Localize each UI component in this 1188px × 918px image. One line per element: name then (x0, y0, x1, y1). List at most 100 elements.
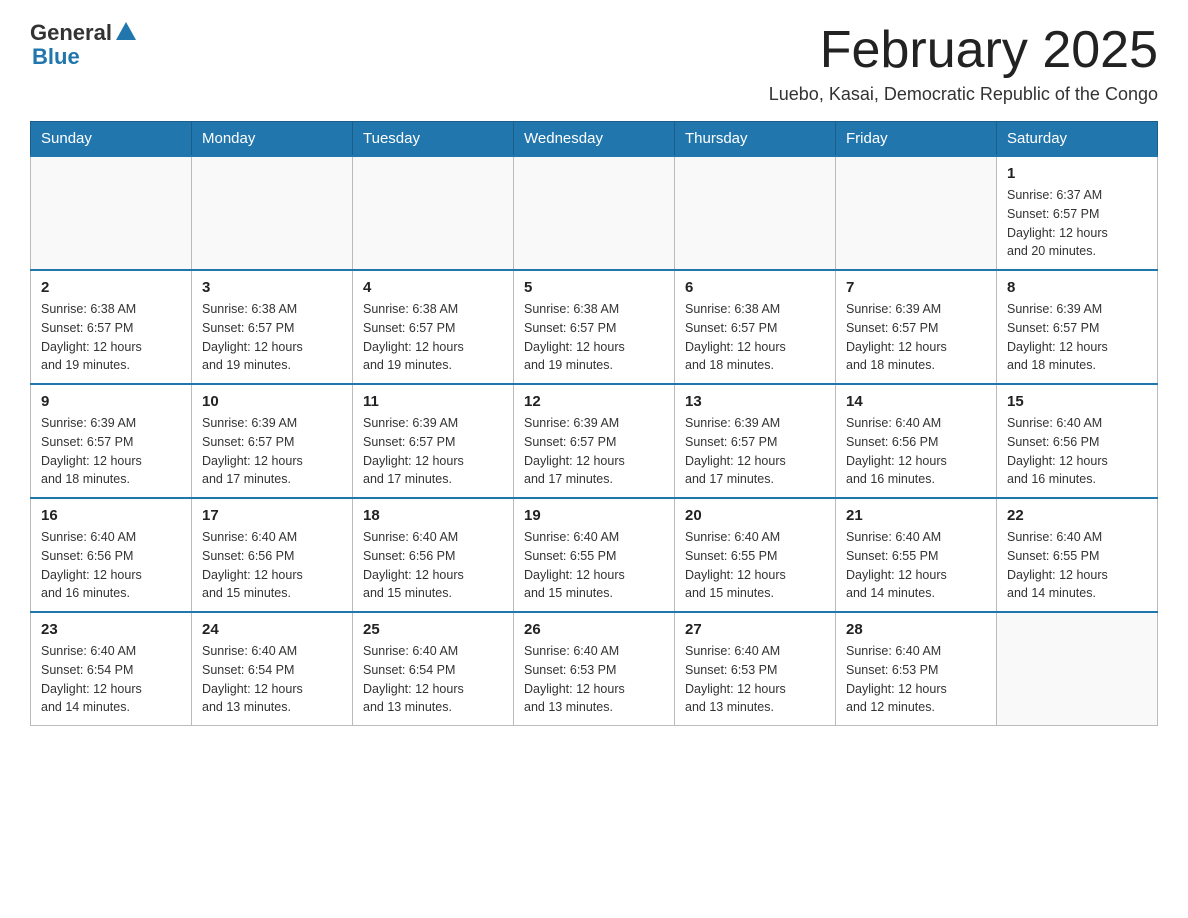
day-number: 27 (685, 621, 825, 638)
month-title: February 2025 (820, 20, 1158, 80)
day-number: 3 (202, 279, 342, 296)
calendar-cell: 14 Sunrise: 6:40 AM Sunset: 6:56 PM Dayli… (836, 384, 997, 498)
day-info: Sunrise: 6:40 AM Sunset: 6:54 PM Dayligh… (202, 642, 342, 717)
day-number: 26 (524, 621, 664, 638)
calendar-cell: 1Sunrise: 6:37 AM Sunset: 6:57 PM Daylig… (997, 156, 1158, 270)
day-number: 28 (846, 621, 986, 638)
day-info: Sunrise: 6:37 AM Sunset: 6:57 PM Dayligh… (1007, 186, 1147, 261)
calendar-cell: 16Sunrise: 6:40 AM Sunset: 6:56 PM Dayli… (31, 498, 192, 612)
weekday-header-friday: Friday (836, 122, 997, 157)
calendar-cell (675, 156, 836, 270)
day-number: 22 (1007, 507, 1147, 524)
day-number: 13 (685, 393, 825, 410)
logo-general-text: General (30, 20, 112, 46)
day-number: 21 (846, 507, 986, 524)
calendar-cell (836, 156, 997, 270)
weekday-header-monday: Monday (192, 122, 353, 157)
calendar-cell: 5 Sunrise: 6:38 AM Sunset: 6:57 PM Daylig… (514, 270, 675, 384)
day-number: 4 (363, 279, 503, 296)
day-info: Sunrise: 6:39 AM Sunset: 6:57 PM Dayligh… (1007, 300, 1147, 375)
weekday-header-thursday: Thursday (675, 122, 836, 157)
day-number: 7 (846, 279, 986, 296)
calendar-cell: 15 Sunrise: 6:40 AM Sunset: 6:56 PM Dayli… (997, 384, 1158, 498)
day-info: Sunrise: 6:39 AM Sunset: 6:57 PM Dayligh… (202, 414, 342, 489)
calendar-week-row: 9 Sunrise: 6:39 AM Sunset: 6:57 PM Daylig… (31, 384, 1158, 498)
day-number: 14 (846, 393, 986, 410)
calendar-cell: 22 Sunrise: 6:40 AM Sunset: 6:55 PM Dayli… (997, 498, 1158, 612)
calendar-cell (192, 156, 353, 270)
day-number: 25 (363, 621, 503, 638)
day-info: Sunrise: 6:38 AM Sunset: 6:57 PM Dayligh… (685, 300, 825, 375)
calendar-cell: 24 Sunrise: 6:40 AM Sunset: 6:54 PM Dayli… (192, 612, 353, 726)
logo: General Blue (30, 20, 136, 70)
calendar-cell: 6 Sunrise: 6:38 AM Sunset: 6:57 PM Daylig… (675, 270, 836, 384)
day-number: 15 (1007, 393, 1147, 410)
calendar-cell: 7 Sunrise: 6:39 AM Sunset: 6:57 PM Daylig… (836, 270, 997, 384)
day-info: Sunrise: 6:40 AM Sunset: 6:56 PM Dayligh… (846, 414, 986, 489)
calendar-week-row: 23 Sunrise: 6:40 AM Sunset: 6:54 PM Dayli… (31, 612, 1158, 726)
day-number: 6 (685, 279, 825, 296)
calendar-cell: 9 Sunrise: 6:39 AM Sunset: 6:57 PM Daylig… (31, 384, 192, 498)
day-number: 24 (202, 621, 342, 638)
calendar-cell: 18 Sunrise: 6:40 AM Sunset: 6:56 PM Dayli… (353, 498, 514, 612)
weekday-header-tuesday: Tuesday (353, 122, 514, 157)
day-info: Sunrise: 6:40 AM Sunset: 6:53 PM Dayligh… (685, 642, 825, 717)
calendar-cell: 3Sunrise: 6:38 AM Sunset: 6:57 PM Daylig… (192, 270, 353, 384)
calendar-cell: 11 Sunrise: 6:39 AM Sunset: 6:57 PM Dayli… (353, 384, 514, 498)
calendar-cell: 4 Sunrise: 6:38 AM Sunset: 6:57 PM Daylig… (353, 270, 514, 384)
calendar-cell: 26 Sunrise: 6:40 AM Sunset: 6:53 PM Dayli… (514, 612, 675, 726)
calendar-cell: 20 Sunrise: 6:40 AM Sunset: 6:55 PM Dayli… (675, 498, 836, 612)
day-info: Sunrise: 6:38 AM Sunset: 6:57 PM Dayligh… (41, 300, 181, 375)
day-info: Sunrise: 6:40 AM Sunset: 6:55 PM Dayligh… (685, 528, 825, 603)
day-number: 8 (1007, 279, 1147, 296)
day-number: 9 (41, 393, 181, 410)
weekday-header-row: SundayMondayTuesdayWednesdayThursdayFrid… (31, 122, 1158, 157)
day-number: 2 (41, 279, 181, 296)
day-info: Sunrise: 6:40 AM Sunset: 6:53 PM Dayligh… (524, 642, 664, 717)
day-info: Sunrise: 6:40 AM Sunset: 6:56 PM Dayligh… (41, 528, 181, 603)
calendar-cell (514, 156, 675, 270)
day-number: 19 (524, 507, 664, 524)
calendar-cell: 12 Sunrise: 6:39 AM Sunset: 6:57 PM Dayli… (514, 384, 675, 498)
logo-blue-text: Blue (32, 44, 80, 70)
calendar-cell: 25 Sunrise: 6:40 AM Sunset: 6:54 PM Dayli… (353, 612, 514, 726)
day-info: Sunrise: 6:40 AM Sunset: 6:55 PM Dayligh… (1007, 528, 1147, 603)
calendar-cell: 21Sunrise: 6:40 AM Sunset: 6:55 PM Dayli… (836, 498, 997, 612)
calendar-week-row: 2 Sunrise: 6:38 AM Sunset: 6:57 PM Daylig… (31, 270, 1158, 384)
day-number: 12 (524, 393, 664, 410)
day-info: Sunrise: 6:40 AM Sunset: 6:55 PM Dayligh… (524, 528, 664, 603)
weekday-header-wednesday: Wednesday (514, 122, 675, 157)
day-info: Sunrise: 6:39 AM Sunset: 6:57 PM Dayligh… (41, 414, 181, 489)
calendar-cell: 27 Sunrise: 6:40 AM Sunset: 6:53 PM Dayli… (675, 612, 836, 726)
day-number: 11 (363, 393, 503, 410)
day-info: Sunrise: 6:39 AM Sunset: 6:57 PM Dayligh… (363, 414, 503, 489)
day-info: Sunrise: 6:40 AM Sunset: 6:54 PM Dayligh… (363, 642, 503, 717)
day-info: Sunrise: 6:40 AM Sunset: 6:56 PM Dayligh… (363, 528, 503, 603)
logo-triangle-icon (116, 22, 136, 40)
day-info: Sunrise: 6:39 AM Sunset: 6:57 PM Dayligh… (524, 414, 664, 489)
calendar-subtitle: Luebo, Kasai, Democratic Republic of the… (30, 84, 1158, 105)
day-number: 18 (363, 507, 503, 524)
weekday-header-saturday: Saturday (997, 122, 1158, 157)
day-number: 17 (202, 507, 342, 524)
calendar-cell: 8 Sunrise: 6:39 AM Sunset: 6:57 PM Daylig… (997, 270, 1158, 384)
calendar-cell (997, 612, 1158, 726)
day-number: 23 (41, 621, 181, 638)
calendar-cell: 19 Sunrise: 6:40 AM Sunset: 6:55 PM Dayli… (514, 498, 675, 612)
day-info: Sunrise: 6:40 AM Sunset: 6:54 PM Dayligh… (41, 642, 181, 717)
day-number: 20 (685, 507, 825, 524)
day-info: Sunrise: 6:39 AM Sunset: 6:57 PM Dayligh… (846, 300, 986, 375)
calendar-week-row: 16Sunrise: 6:40 AM Sunset: 6:56 PM Dayli… (31, 498, 1158, 612)
calendar-cell: 23 Sunrise: 6:40 AM Sunset: 6:54 PM Dayli… (31, 612, 192, 726)
calendar-cell: 2 Sunrise: 6:38 AM Sunset: 6:57 PM Daylig… (31, 270, 192, 384)
calendar-cell: 10 Sunrise: 6:39 AM Sunset: 6:57 PM Dayli… (192, 384, 353, 498)
day-info: Sunrise: 6:38 AM Sunset: 6:57 PM Dayligh… (524, 300, 664, 375)
day-info: Sunrise: 6:38 AM Sunset: 6:57 PM Dayligh… (363, 300, 503, 375)
day-number: 10 (202, 393, 342, 410)
weekday-header-sunday: Sunday (31, 122, 192, 157)
day-number: 5 (524, 279, 664, 296)
calendar-cell: 13Sunrise: 6:39 AM Sunset: 6:57 PM Dayli… (675, 384, 836, 498)
day-info: Sunrise: 6:40 AM Sunset: 6:53 PM Dayligh… (846, 642, 986, 717)
day-info: Sunrise: 6:40 AM Sunset: 6:56 PM Dayligh… (1007, 414, 1147, 489)
calendar-cell: 17Sunrise: 6:40 AM Sunset: 6:56 PM Dayli… (192, 498, 353, 612)
